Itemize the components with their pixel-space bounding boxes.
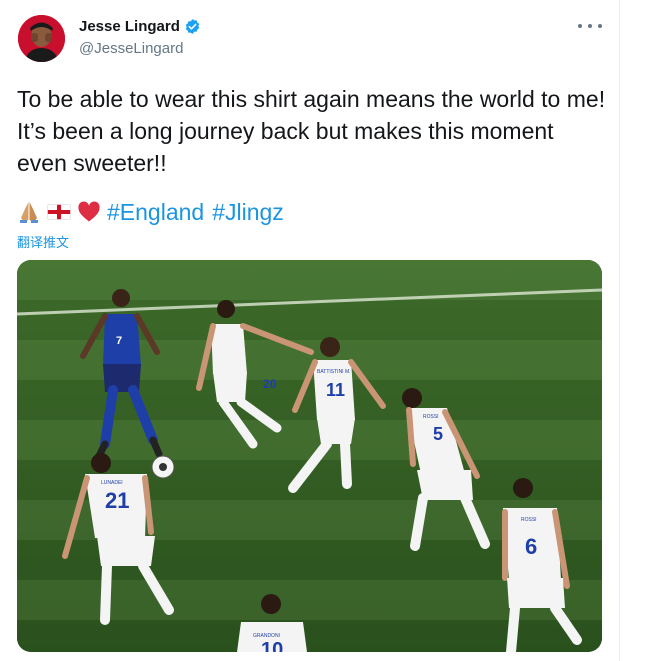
player-number: 21 [105, 488, 129, 513]
football [151, 455, 175, 479]
dot [578, 24, 582, 28]
tweet-text: To be able to wear this shirt again mean… [17, 86, 606, 176]
player-number: 7 [116, 335, 122, 347]
player-number: 6 [525, 534, 537, 559]
author-handle[interactable]: @JesseLingard [79, 40, 183, 57]
player-shirt-name: LUNADEI [101, 480, 123, 486]
dot [588, 24, 592, 28]
red-heart-icon [78, 201, 100, 222]
translate-tweet-link[interactable]: 翻译推文 [17, 232, 69, 251]
avatar[interactable] [18, 15, 65, 62]
player-shirt-name: BATTISTINI M. [317, 369, 351, 375]
dot [598, 24, 602, 28]
england-flag-icon [47, 204, 71, 220]
player-number: 5 [433, 424, 443, 444]
player-number: 10 [261, 639, 283, 652]
player-number: 11 [326, 380, 345, 400]
player-shirt-name: ROSSI [423, 414, 439, 420]
tweet-card: Jesse Lingard @JesseLingard To be able t… [0, 0, 620, 661]
hashtag-england[interactable]: #England [107, 199, 204, 226]
player-number: 20 [263, 377, 277, 391]
tweet-photo[interactable]: 7 20 BATTISTINI M. 11 ROSSI 5 LUNADEI 21… [17, 260, 602, 652]
author-name-row[interactable]: Jesse Lingard [79, 16, 201, 36]
more-options-icon[interactable] [578, 18, 602, 34]
emoji-hashtag-row: #England #Jlingz [17, 196, 292, 228]
verified-badge-icon [185, 18, 200, 34]
author-display-name[interactable]: Jesse Lingard [79, 18, 180, 35]
hashtag-jlingz[interactable]: #Jlingz [212, 199, 284, 226]
folded-hands-icon [20, 202, 38, 223]
player-shirt-name: ROSSI [521, 517, 537, 523]
